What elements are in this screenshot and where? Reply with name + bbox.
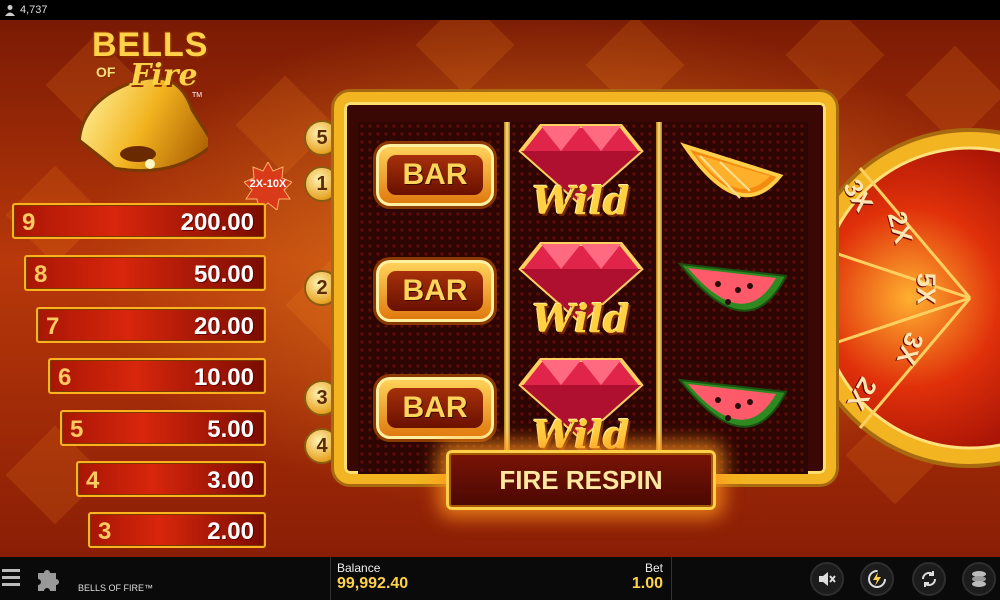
wheel-label: 5X xyxy=(911,272,942,305)
menu-icon[interactable] xyxy=(2,567,20,589)
paytable-amount: 2.00 xyxy=(207,518,254,545)
bet-coins-button[interactable] xyxy=(962,562,996,596)
user-icon xyxy=(5,5,15,16)
coins-icon xyxy=(972,571,986,587)
balance-bet-panel: Balance 99,992.40 Bet 1.00 xyxy=(330,557,672,600)
paytable-row: 5 5.00 xyxy=(60,410,266,446)
logo-word-fire: Fire xyxy=(130,58,198,93)
watermelon-slice-icon xyxy=(677,262,788,312)
bottom-control-bar: BELLS OF FIRE™ Balance 99,992.40 Bet 1.0… xyxy=(0,557,1000,600)
wild-symbol: Wild xyxy=(516,350,646,450)
autoplay-icon xyxy=(921,571,937,587)
bet-value[interactable]: 1.00 xyxy=(632,575,663,593)
game-logo: BELLS OF Fire TM xyxy=(58,24,208,184)
player-count: 4,737 xyxy=(20,4,48,16)
paytable-count: 4 xyxy=(86,467,100,494)
multiplier-badge-text: 2X-10X xyxy=(249,178,287,190)
wild-label: Wild xyxy=(532,296,630,341)
sound-off-icon xyxy=(819,572,836,586)
logo-trademark: TM xyxy=(192,92,203,99)
wild-label: Wild xyxy=(532,178,630,223)
paytable-amount: 200.00 xyxy=(180,209,254,236)
paytable-count: 3 xyxy=(98,518,112,545)
paytable-count: 5 xyxy=(70,416,84,443)
turbo-button[interactable] xyxy=(860,562,894,596)
paytable-amount: 20.00 xyxy=(193,313,254,340)
paytable-row: 7 20.00 xyxy=(36,307,266,343)
paytable-row: 9 200.00 xyxy=(12,203,266,239)
orange-symbol xyxy=(680,136,790,216)
bet-label: Bet xyxy=(644,561,663,575)
paytable-amount: 10.00 xyxy=(193,364,254,391)
puzzle-icon[interactable] xyxy=(34,565,62,593)
wild-symbol: Wild xyxy=(516,234,646,350)
paytable-row: 6 10.00 xyxy=(48,358,266,394)
wild-symbol: Wild xyxy=(516,116,646,232)
logo-word-of: OF xyxy=(96,64,116,80)
autoplay-button[interactable] xyxy=(912,562,946,596)
wild-label: Wild xyxy=(532,412,630,450)
turbo-icon xyxy=(868,570,886,588)
paytable-count: 9 xyxy=(22,209,36,236)
orange-slice-icon xyxy=(680,142,784,199)
paytable-count: 8 xyxy=(34,261,48,288)
watermelon-symbol xyxy=(677,256,788,336)
paytable-amount: 3.00 xyxy=(207,467,254,494)
bar-symbol: BAR xyxy=(376,377,494,439)
watermelon-symbol xyxy=(677,372,788,452)
paytable-row: 3 2.00 xyxy=(88,512,266,548)
paytable-amount: 5.00 xyxy=(207,416,254,443)
balance-label: Balance xyxy=(337,561,381,575)
sound-toggle-button[interactable] xyxy=(810,562,844,596)
paytable-row: 8 50.00 xyxy=(24,255,266,291)
bar-symbol-label: BAR xyxy=(387,271,483,311)
balance-value: 99,992.40 xyxy=(337,575,409,592)
paytable-count: 6 xyxy=(58,364,72,391)
top-status-bar: 4,737 xyxy=(0,0,1000,20)
game-name: BELLS OF FIRE™ xyxy=(78,583,154,593)
paytable-count: 7 xyxy=(46,313,60,340)
bar-symbol-label: BAR xyxy=(387,155,483,195)
bar-symbol: BAR xyxy=(376,260,494,322)
paytable-row: 4 3.00 xyxy=(76,461,266,497)
fire-respin-banner: FIRE RESPIN xyxy=(446,450,716,510)
watermelon-slice-icon xyxy=(677,378,788,428)
bar-symbol: BAR xyxy=(376,144,494,206)
paytable-amount: 50.00 xyxy=(193,261,254,288)
bar-symbol-label: BAR xyxy=(387,388,483,428)
